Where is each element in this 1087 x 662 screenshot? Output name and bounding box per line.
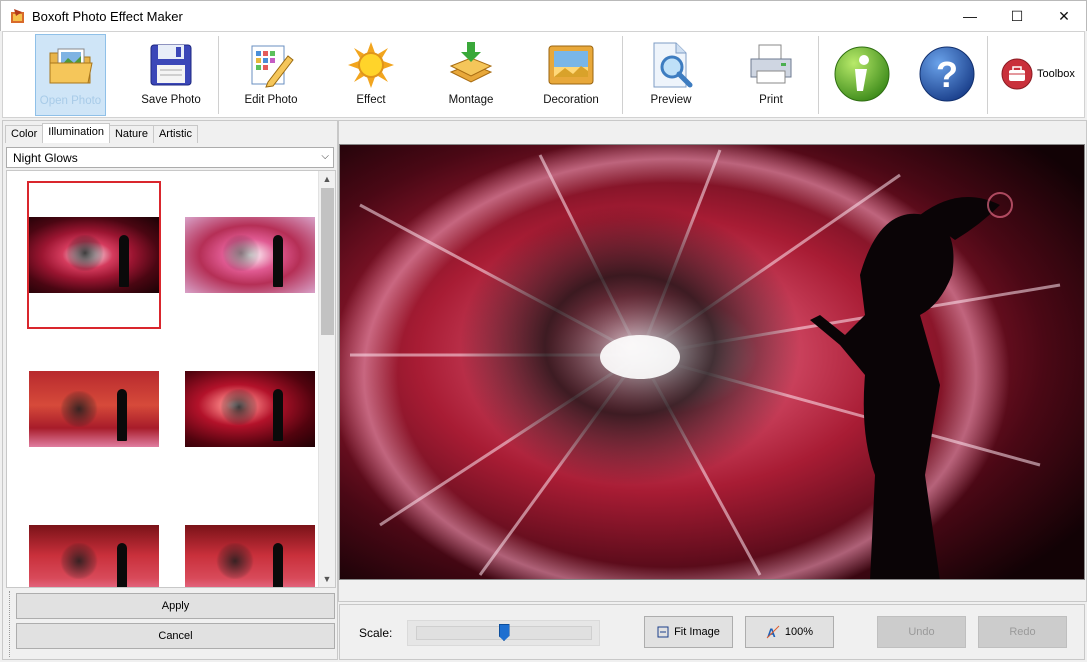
effect-thumbnail[interactable] <box>27 335 161 483</box>
chevron-down-icon: ⌵ <box>321 151 329 162</box>
effects-panel: Color Illumination Nature Artistic Night… <box>2 120 338 660</box>
preview-button[interactable]: Preview <box>631 34 711 116</box>
printer-icon <box>746 40 796 90</box>
fit-image-label: Fit Image <box>674 626 720 638</box>
tab-artistic[interactable]: Artistic <box>153 125 198 143</box>
edit-photo-button[interactable]: Edit Photo <box>231 34 311 116</box>
toolbar-separator <box>987 36 988 114</box>
toolbox-button[interactable]: Toolbox <box>1001 58 1075 90</box>
title-bar: Boxoft Photo Effect Maker — ☐ ✕ <box>0 0 1087 31</box>
tab-nature[interactable]: Nature <box>109 125 154 143</box>
scrollbar-thumb[interactable] <box>321 188 334 335</box>
montage-label: Montage <box>449 94 494 106</box>
scale-label: Scale: <box>359 626 392 640</box>
effect-thumbnail[interactable] <box>183 489 317 588</box>
info-icon <box>832 44 892 104</box>
sun-icon <box>346 40 396 90</box>
decoration-button[interactable]: Decoration <box>531 34 611 116</box>
close-button[interactable]: ✕ <box>1041 1 1087 31</box>
window-title: Boxoft Photo Effect Maker <box>32 9 183 24</box>
cancel-button[interactable]: Cancel <box>16 623 335 649</box>
scroll-up-icon[interactable]: ▲ <box>319 171 335 187</box>
fit-image-icon <box>657 626 669 638</box>
effect-thumbnail[interactable] <box>27 181 161 329</box>
tab-color[interactable]: Color <box>5 125 43 143</box>
redo-button[interactable]: Redo <box>978 616 1067 648</box>
zoom-100-label: 100% <box>785 626 813 638</box>
maximize-button[interactable]: ☐ <box>994 1 1040 31</box>
apply-button[interactable]: Apply <box>16 593 335 619</box>
effect-subcategory-select[interactable]: Night Glows ⌵ <box>6 147 334 168</box>
help-button[interactable]: ? <box>913 34 981 116</box>
edit-photo-label: Edit Photo <box>244 94 297 106</box>
help-icon: ? <box>917 44 977 104</box>
fit-image-button[interactable]: Fit Image <box>644 616 733 648</box>
photo-preview[interactable] <box>339 144 1085 580</box>
preview-label: Preview <box>651 94 692 106</box>
floppy-disk-icon <box>146 40 196 90</box>
effect-thumbnail-image <box>185 217 315 293</box>
view-controls-bar: Scale: Fit Image A 100% Undo Redo <box>339 604 1085 660</box>
effect-subcategory-value: Night Glows <box>13 151 78 165</box>
save-photo-button[interactable]: Save Photo <box>131 34 211 116</box>
tab-illumination[interactable]: Illumination <box>42 123 110 143</box>
print-label: Print <box>759 94 783 106</box>
panel-divider <box>9 591 10 657</box>
magnifier-icon <box>646 40 696 90</box>
effect-category-tabs: Color Illumination Nature Artistic <box>5 124 197 143</box>
effect-thumbnail-list: ▲ ▼ <box>6 170 336 588</box>
scroll-down-icon[interactable]: ▼ <box>319 571 335 587</box>
main-toolbar: Open Photo Save Photo <box>2 31 1085 118</box>
info-button[interactable] <box>828 34 896 116</box>
minimize-button[interactable]: — <box>947 1 993 31</box>
toolbar-separator <box>218 36 219 114</box>
zoom-100-button[interactable]: A 100% <box>745 616 834 648</box>
decoration-label: Decoration <box>543 94 599 106</box>
thumbnail-scrollbar[interactable]: ▲ ▼ <box>318 171 335 587</box>
effect-thumbnail-image <box>29 217 159 293</box>
svg-text:?: ? <box>936 54 958 95</box>
toolbox-icon <box>1001 58 1033 90</box>
effect-button[interactable]: Effect <box>331 34 411 116</box>
frame-icon <box>546 40 596 90</box>
scale-slider[interactable] <box>407 620 600 646</box>
photo-preview-image <box>340 145 1085 580</box>
print-button[interactable]: Print <box>731 34 811 116</box>
effect-thumbnail[interactable] <box>183 335 317 483</box>
open-photo-button[interactable]: Open Photo <box>35 34 106 116</box>
effect-thumbnail[interactable] <box>27 489 161 588</box>
app-logo-icon <box>10 8 26 24</box>
montage-button[interactable]: Montage <box>431 34 511 116</box>
toolbar-separator <box>818 36 819 114</box>
toolbox-label: Toolbox <box>1037 68 1075 80</box>
effect-thumbnail-image <box>185 525 315 588</box>
save-photo-label: Save Photo <box>141 94 200 106</box>
actual-size-icon: A <box>766 625 780 639</box>
edit-pencil-icon <box>246 40 296 90</box>
toolbar-separator <box>622 36 623 114</box>
layers-icon <box>446 40 496 90</box>
effect-label: Effect <box>356 94 385 106</box>
effect-thumbnail-image <box>185 371 315 447</box>
undo-button[interactable]: Undo <box>877 616 966 648</box>
effect-thumbnail-image <box>29 371 159 447</box>
folder-photo-icon <box>46 41 96 91</box>
open-photo-label: Open Photo <box>40 95 101 107</box>
effect-thumbnail[interactable] <box>183 181 317 329</box>
effect-thumbnail-image <box>29 525 159 588</box>
